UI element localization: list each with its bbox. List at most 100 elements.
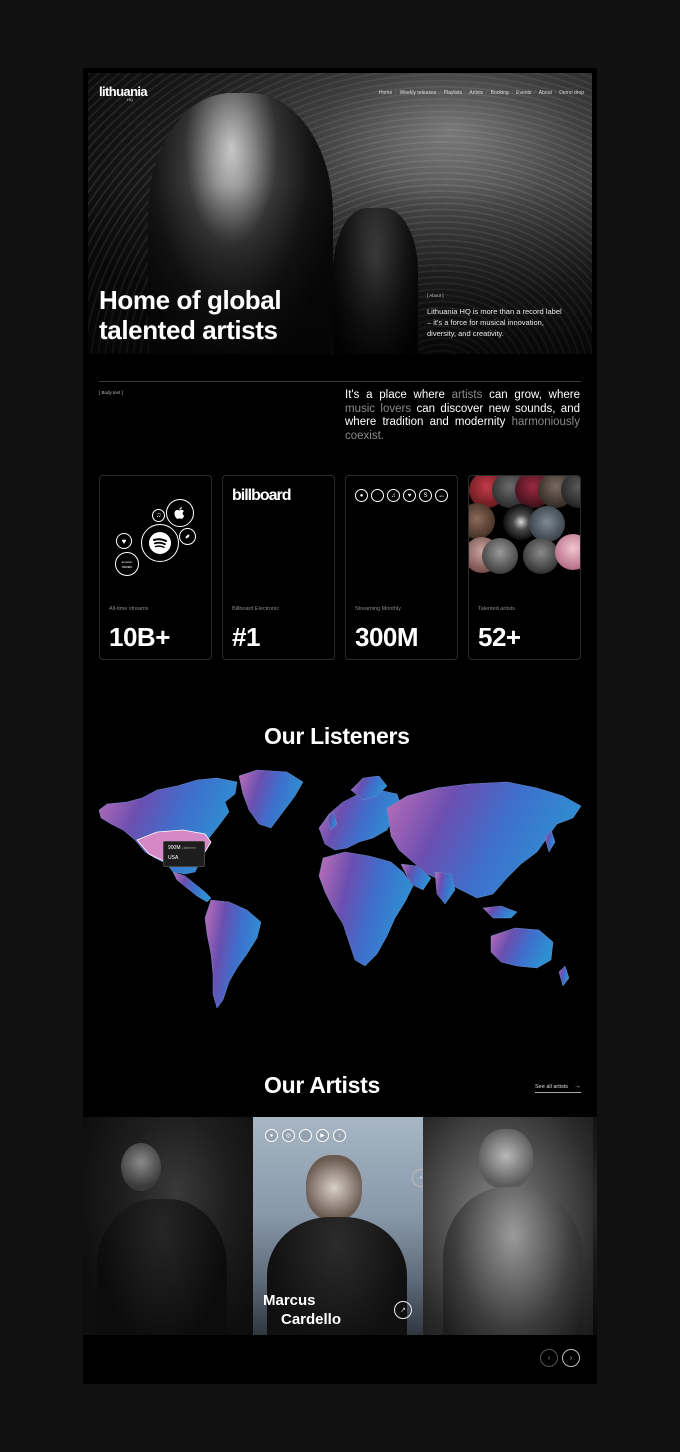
shazam-icon: S [419,489,432,502]
nav-item-home[interactable]: Home [379,90,392,96]
carousel-prev-button[interactable]: ‹ [540,1349,558,1367]
stat-value: 10B+ [109,622,170,652]
map-greenland [238,769,304,829]
spotify-icon [141,524,179,562]
avatar [482,538,518,574]
body-text-part: It's a place where [345,389,452,401]
body-tag: [ Body text ] [99,390,123,395]
stat-value: 300M [355,622,419,652]
artist-photo-head [306,1155,362,1221]
chevron-left-icon: ‹ [547,1354,551,1362]
stat-card-streams: ♫ ♥ amazon music All-time streams 10B+ [99,475,212,660]
artist-name-line2: Cardello [281,1311,342,1328]
arrow-right-icon: → [574,1083,581,1090]
body-text-part: can grow, where [482,389,581,401]
artist-card[interactable] [83,1117,253,1335]
map-south-america [204,899,262,1009]
spotify-icon: ● [355,489,368,502]
page: lithuania HQ Home / Weekly releases / Pl… [83,68,597,1384]
instagram-icon[interactable]: ◎ [282,1129,295,1142]
body-text-highlight: music lovers [345,402,412,415]
platform-icons: ● ♫ ♥ S am [355,489,448,502]
hero-tag: [ About ] [427,293,444,298]
artist-photo-head [479,1129,533,1189]
nav-item-weekly-releases[interactable]: Weekly releases [400,90,437,96]
tooltip-value: 900M [168,845,181,851]
nav-item-artists[interactable]: Artists [469,90,483,96]
hero-description: Lithuania HQ is more than a record label… [427,307,562,338]
avatar [469,503,495,539]
avatar [529,506,565,542]
hero-title-line2: talented artists [99,315,278,345]
shazam-icon [179,528,196,545]
dot-icon: • [419,1174,423,1182]
stat-label: Billboard Electronic [232,606,280,612]
logo-sub: HQ [127,97,133,102]
tiktok-icon[interactable]: ♪ [333,1129,346,1142]
stat-card-monthly: ● ♫ ♥ S am Streaming Monthly 300M [345,475,458,660]
heart-icon: ♥ [403,489,416,502]
stat-card-artists: Talented artists 52+ [468,475,581,660]
artist-card[interactable] [593,1117,597,1335]
stat-value: 52+ [478,622,521,652]
body-text-highlight: artists [451,389,483,401]
artist-photo-body [97,1199,227,1335]
artist-photo-body [443,1187,583,1335]
artists-title: Our Artists [264,1072,380,1098]
apple-icon[interactable] [299,1129,312,1142]
billboard-logo: billboard [232,487,292,504]
carousel-next-button[interactable]: › [562,1349,580,1367]
apple-music-icon [166,499,194,527]
map-tooltip: 900M Listeners USA [163,841,205,867]
nav-separator: / [464,90,467,96]
nav-item-events[interactable]: Events [516,90,531,96]
music-note-icon: ♫ [387,489,400,502]
tooltip-country: USA [168,855,179,861]
stat-value: #1 [232,622,260,652]
tooltip-unit: Listeners [181,846,197,850]
world-map[interactable] [97,768,583,1013]
body-text: It's a place where artists can grow, whe… [345,389,580,443]
see-all-artists-link[interactable]: See all artists → [535,1083,581,1093]
hero-title: Home of global talented artists [99,285,339,345]
nav-item-demo-drop[interactable]: Demo drop [559,90,584,96]
logo-text: lithuania [99,84,148,99]
artist-card[interactable] [423,1117,593,1335]
heart-icon: ♥ [116,533,132,549]
artist-photo-head [121,1143,161,1191]
nav-separator: / [511,90,514,96]
artist-name-line1: Marcus [263,1292,316,1309]
amazon-music-icon: amazon music [115,552,139,576]
hero-section: lithuania HQ Home / Weekly releases / Pl… [88,73,592,354]
chevron-right-icon: › [569,1354,573,1362]
map-new-zealand [558,965,570,987]
nav-separator: / [395,90,397,96]
artist-social-icons: ● ◎ ▶ ♪ [265,1129,346,1142]
apple-icon [371,489,384,502]
nav-item-booking[interactable]: Booking [491,90,509,96]
listeners-title: Our Listeners [264,723,410,749]
youtube-icon[interactable]: ▶ [316,1129,329,1142]
arrow-up-right-icon[interactable]: ↗ [394,1301,412,1319]
artist-avatars [469,476,580,581]
nav-item-playlists[interactable]: Playlists [444,90,462,96]
logo[interactable]: lithuania HQ [99,84,148,102]
nav-separator: / [554,90,557,96]
see-all-label: See all artists [535,1084,569,1090]
hero-title-line1: Home of global [99,285,282,315]
map-australia [490,927,554,969]
spotify-icon[interactable]: ● [265,1129,278,1142]
nav-separator: / [534,90,536,96]
main-nav: Home / Weekly releases / Playlists / Art… [379,90,584,96]
nav-separator: / [439,90,441,96]
map-central-america [172,871,212,903]
section-divider [99,381,581,382]
map-southeast-asia [482,905,518,919]
stat-card-billboard: billboard Billboard Electronic #1 [222,475,335,660]
amazon-music-icon: am [435,489,448,502]
stat-label: Streaming Monthly [355,606,401,612]
artist-card-featured[interactable]: ● ◎ ▶ ♪ Marcus Cardello ↗ [253,1117,423,1335]
nav-item-about[interactable]: About [539,90,552,96]
artist-name: Marcus Cardello [263,1291,341,1329]
stat-label: Talented artists [478,606,515,612]
